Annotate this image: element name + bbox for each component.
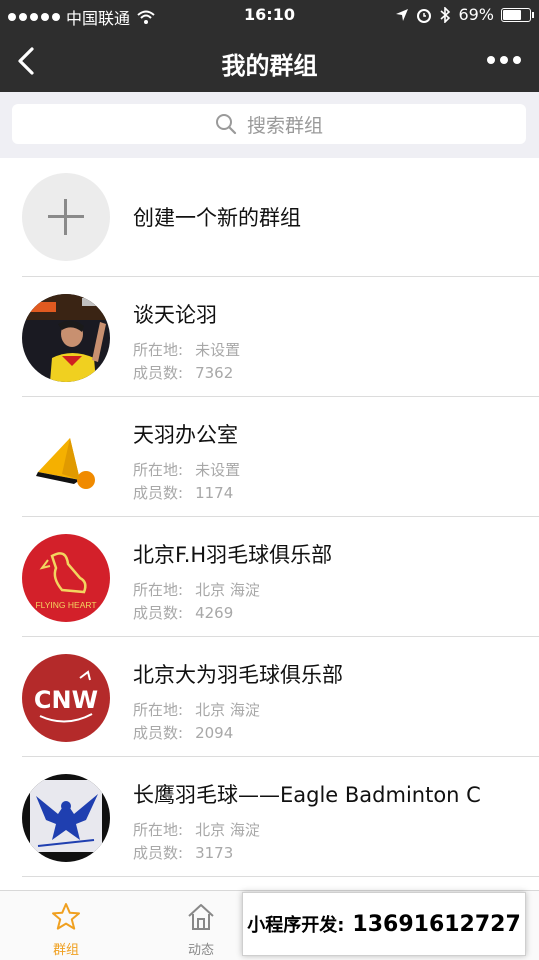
list-item[interactable]: 天羽办公室 所在地: 未设置 成员数: 1174	[0, 397, 539, 517]
more-dots-icon[interactable]	[487, 56, 521, 64]
group-location: 所在地: 北京 海淀	[133, 581, 260, 599]
group-avatar	[22, 774, 110, 862]
bluetooth-icon	[440, 6, 451, 23]
page-title: 我的群组	[221, 52, 318, 80]
promo-overlay: 小程序开发: 13691612727	[242, 892, 526, 956]
group-member-count: 成员数: 3173	[133, 844, 234, 862]
promo-label: 小程序开发:	[247, 915, 345, 936]
group-member-count: 成员数: 4269	[133, 604, 234, 622]
avatar-logo-text: FLYING HEART	[35, 600, 96, 610]
group-location: 所在地: 未设置	[133, 341, 241, 359]
tab-feed[interactable]: 动态	[161, 891, 241, 960]
group-location: 所在地: 北京 海淀	[133, 821, 260, 839]
divider	[22, 876, 539, 877]
group-avatar	[22, 294, 110, 382]
group-name: 谈天论羽	[133, 303, 217, 327]
list-item[interactable]: FLYING HEART 北京F.H羽毛球俱乐部 所在地: 北京 海淀 成员数: 4…	[0, 517, 539, 637]
location-arrow-icon	[396, 8, 409, 21]
group-name: 北京大为羽毛球俱乐部	[133, 663, 343, 687]
group-location: 所在地: 未设置	[133, 461, 241, 479]
group-avatar	[22, 414, 110, 502]
nav-bar: 我的群组	[0, 30, 539, 92]
battery-percent: 69%	[458, 5, 494, 24]
search-icon	[215, 114, 237, 135]
status-bar: 中国联通 16:10 69%	[0, 0, 539, 30]
group-location: 所在地: 北京 海淀	[133, 701, 260, 719]
group-list: 创建一个新的群组 谈天论羽 所在地: 未设置 成员数: 7362 天羽办公室 所…	[0, 158, 539, 890]
create-group-label: 创建一个新的群组	[133, 206, 301, 230]
star-icon	[52, 903, 80, 930]
group-name: 长鹰羽毛球——Eagle Badminton C	[133, 783, 481, 807]
promo-phone: 13691612727	[352, 911, 521, 937]
battery-icon	[501, 7, 534, 22]
tab-label: 群组	[52, 943, 79, 958]
avatar-logo-text: CNW	[34, 686, 98, 714]
create-group-row[interactable]: 创建一个新的群组	[0, 158, 539, 276]
group-member-count: 成员数: 7362	[133, 364, 234, 382]
plus-icon	[22, 173, 110, 261]
group-member-count: 成员数: 2094	[133, 724, 234, 742]
home-icon	[188, 904, 214, 930]
group-avatar: CNW	[22, 654, 110, 742]
tab-label: 动态	[187, 943, 214, 958]
search-bar: 搜索群组	[0, 92, 539, 158]
list-item[interactable]: 谈天论羽 所在地: 未设置 成员数: 7362	[0, 277, 539, 397]
list-item[interactable]: 长鹰羽毛球——Eagle Badminton C 所在地: 北京 海淀 成员数: 3…	[0, 757, 539, 877]
search-input[interactable]: 搜索群组	[12, 104, 526, 144]
alarm-icon	[417, 8, 432, 23]
group-member-count: 成员数: 1174	[133, 484, 234, 502]
tab-groups[interactable]: 群组	[26, 891, 106, 960]
group-avatar: FLYING HEART	[22, 534, 110, 622]
list-item[interactable]: CNW 北京大为羽毛球俱乐部 所在地: 北京 海淀 成员数: 2094	[0, 637, 539, 757]
search-placeholder: 搜索群组	[246, 114, 323, 137]
group-name: 北京F.H羽毛球俱乐部	[133, 543, 333, 567]
group-name: 天羽办公室	[133, 423, 238, 447]
